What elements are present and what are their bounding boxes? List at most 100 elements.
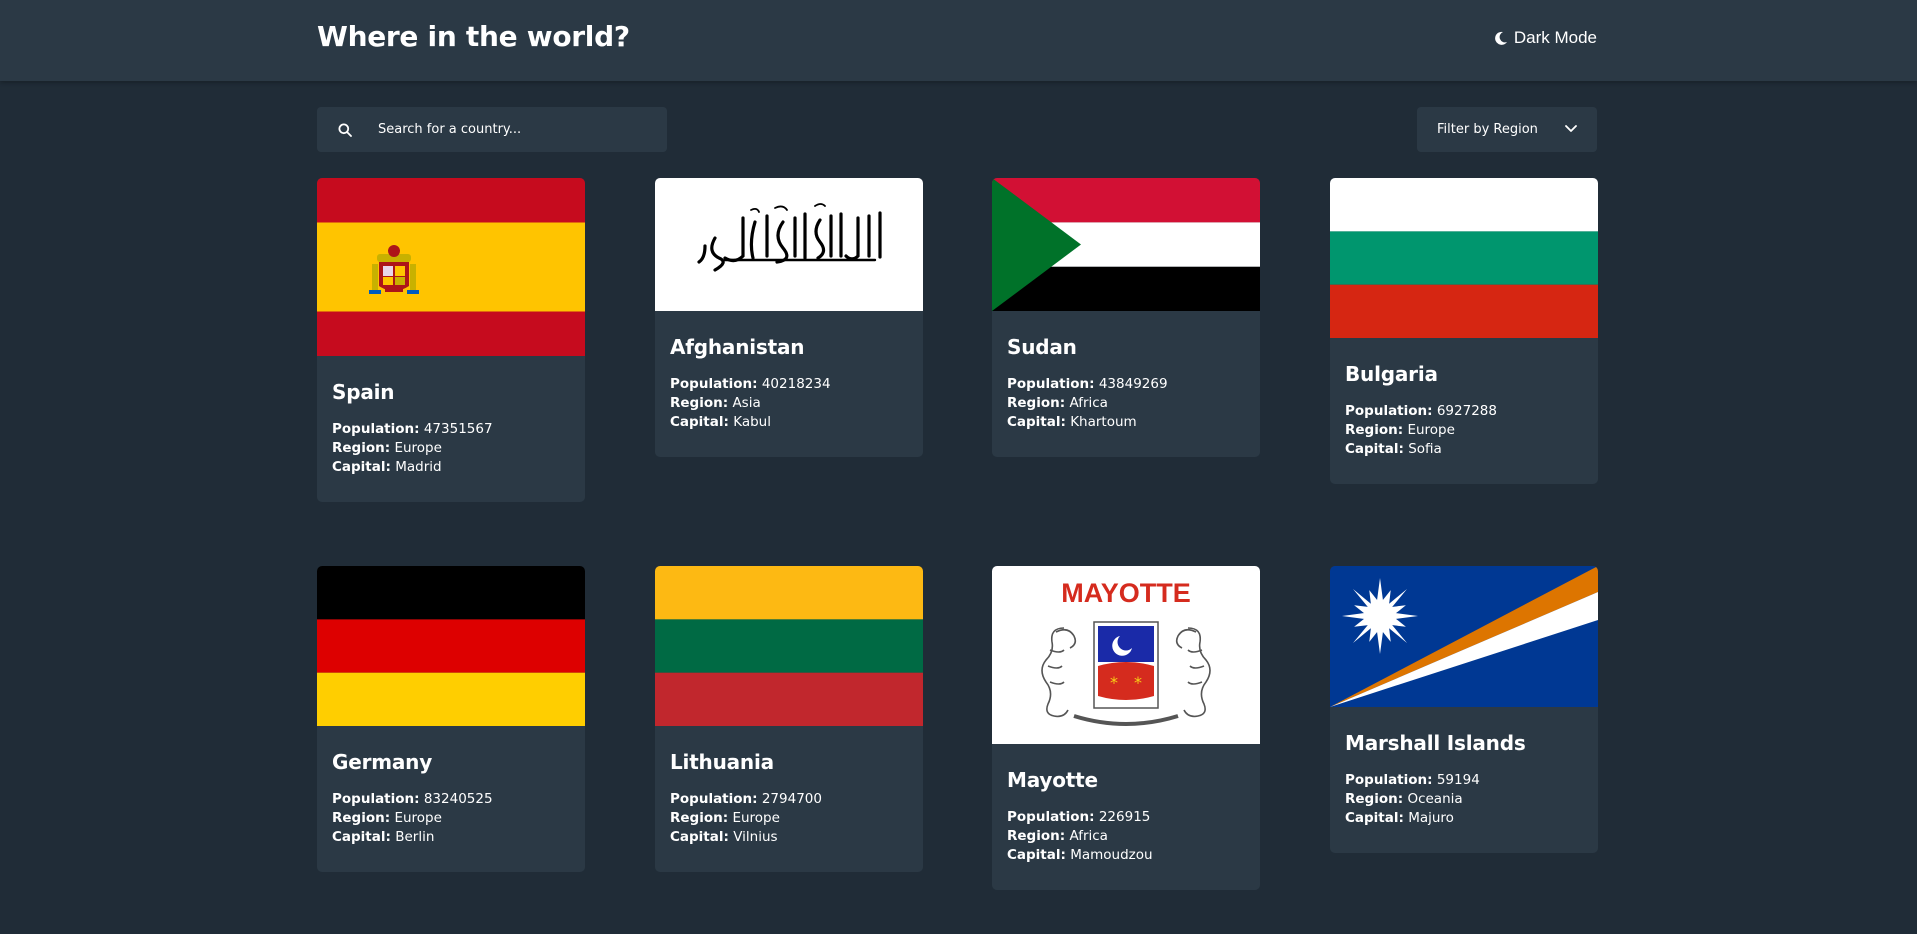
region-label: Region:: [670, 810, 729, 826]
flag-germany: [317, 566, 585, 726]
capital-value: Kabul: [733, 414, 771, 430]
region-value: Asia: [732, 395, 761, 411]
capital-value: Sofia: [1408, 441, 1442, 457]
country-card-lithuania[interactable]: Lithuania Population: 2794700 Region: Eu…: [655, 566, 923, 872]
flag-lithuania: [655, 566, 923, 726]
capital-label: Capital:: [332, 459, 391, 475]
svg-text:*: *: [1110, 673, 1118, 692]
region-row: Region: Europe: [670, 809, 908, 828]
country-name: Bulgaria: [1345, 362, 1438, 386]
region-label: Region:: [1345, 791, 1404, 807]
region-value: Oceania: [1407, 791, 1463, 807]
flag-sudan: [992, 178, 1260, 311]
capital-label: Capital:: [1345, 810, 1404, 826]
capital-value: Khartoum: [1070, 414, 1137, 430]
country-card-spain[interactable]: Spain Population: 47351567 Region: Europ…: [317, 178, 585, 502]
country-card-mayotte[interactable]: MAYOTTE * * Mayotte Population: 226915 R…: [992, 566, 1260, 890]
country-name: Sudan: [1007, 335, 1077, 359]
population-row: Population: 47351567: [332, 420, 570, 439]
population-row: Population: 43849269: [1007, 375, 1245, 394]
region-value: Europe: [732, 810, 780, 826]
region-row: Region: Europe: [1345, 421, 1583, 440]
capital-label: Capital:: [1007, 847, 1066, 863]
capital-row: Capital: Vilnius: [670, 828, 908, 847]
flag-motto-text: MAYOTTE: [1061, 578, 1191, 608]
population-label: Population:: [1007, 376, 1095, 392]
population-value: 6927288: [1436, 403, 1497, 419]
dark-mode-toggle[interactable]: Dark Mode: [1494, 28, 1597, 48]
population-label: Population:: [332, 791, 420, 807]
region-label: Region:: [1345, 422, 1404, 438]
population-row: Population: 226915: [1007, 808, 1245, 827]
population-row: Population: 83240525: [332, 790, 570, 809]
region-label: Region:: [670, 395, 729, 411]
capital-row: Capital: Khartoum: [1007, 413, 1245, 432]
filter-label: Filter by Region: [1437, 122, 1538, 137]
search-box: [317, 107, 667, 152]
capital-row: Capital: Berlin: [332, 828, 570, 847]
flag-marshall-islands: [1330, 566, 1598, 707]
country-card-afghanistan[interactable]: Afghanistan Population: 40218234 Region:…: [655, 178, 923, 457]
region-row: Region: Europe: [332, 439, 570, 458]
population-label: Population:: [1345, 403, 1433, 419]
population-value: 40218234: [761, 376, 831, 392]
moon-icon: [1494, 31, 1508, 46]
top-header: Where in the world? Dark Mode: [0, 0, 1917, 81]
region-value: Africa: [1069, 828, 1108, 844]
population-label: Population:: [1007, 809, 1095, 825]
search-input[interactable]: [376, 121, 640, 138]
country-card-marshall-islands[interactable]: Marshall Islands Population: 59194 Regio…: [1330, 566, 1598, 853]
star-icon: [1342, 578, 1418, 654]
capital-value: Madrid: [395, 459, 442, 475]
population-value: 226915: [1098, 809, 1151, 825]
region-value: Africa: [1069, 395, 1108, 411]
region-label: Region:: [1007, 828, 1066, 844]
dark-mode-label: Dark Mode: [1513, 28, 1597, 47]
svg-text:*: *: [1134, 673, 1142, 692]
country-name: Germany: [332, 750, 433, 774]
region-row: Region: Europe: [332, 809, 570, 828]
population-row: Population: 40218234: [670, 375, 908, 394]
flag-afghanistan: [655, 178, 923, 311]
country-card-bulgaria[interactable]: Bulgaria Population: 6927288 Region: Eur…: [1330, 178, 1598, 484]
region-value: Europe: [1407, 422, 1455, 438]
country-card-sudan[interactable]: Sudan Population: 43849269 Region: Afric…: [992, 178, 1260, 457]
population-value: 83240525: [423, 791, 493, 807]
flag-bulgaria: [1330, 178, 1598, 338]
population-label: Population:: [670, 376, 758, 392]
capital-value: Vilnius: [733, 829, 778, 845]
population-value: 59194: [1436, 772, 1480, 788]
capital-value: Mamoudzou: [1070, 847, 1153, 863]
population-value: 47351567: [423, 421, 493, 437]
capital-row: Capital: Majuro: [1345, 809, 1583, 828]
region-value: Europe: [394, 440, 442, 456]
region-row: Region: Africa: [1007, 827, 1245, 846]
country-name: Spain: [332, 380, 395, 404]
population-row: Population: 6927288: [1345, 402, 1583, 421]
capital-row: Capital: Madrid: [332, 458, 570, 477]
region-filter-dropdown[interactable]: Filter by Region: [1417, 107, 1597, 152]
country-card-germany[interactable]: Germany Population: 83240525 Region: Eur…: [317, 566, 585, 872]
region-label: Region:: [1007, 395, 1066, 411]
chevron-down-icon: [1565, 122, 1577, 137]
search-icon: [338, 123, 352, 137]
region-label: Region:: [332, 440, 391, 456]
flag-spain: [317, 178, 585, 356]
capital-row: Capital: Kabul: [670, 413, 908, 432]
capital-value: Majuro: [1408, 810, 1454, 826]
population-label: Population:: [332, 421, 420, 437]
region-row: Region: Africa: [1007, 394, 1245, 413]
region-label: Region:: [332, 810, 391, 826]
population-row: Population: 2794700: [670, 790, 908, 809]
population-label: Population:: [670, 791, 758, 807]
population-row: Population: 59194: [1345, 771, 1583, 790]
capital-value: Berlin: [395, 829, 435, 845]
population-value: 2794700: [761, 791, 822, 807]
capital-row: Capital: Mamoudzou: [1007, 846, 1245, 865]
capital-label: Capital:: [1007, 414, 1066, 430]
population-value: 43849269: [1098, 376, 1168, 392]
region-row: Region: Asia: [670, 394, 908, 413]
capital-label: Capital:: [670, 829, 729, 845]
country-name: Afghanistan: [670, 335, 805, 359]
app-title: Where in the world?: [317, 20, 630, 53]
